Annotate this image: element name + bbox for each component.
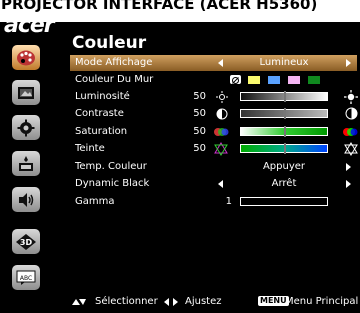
picture-icon[interactable] — [12, 80, 40, 105]
menu-row-gamma[interactable]: Gamma 1 — [70, 194, 357, 210]
menu-row-number: 1 — [225, 196, 232, 207]
menu-row-label: Teinte — [75, 143, 105, 154]
footer-bar: Sélectionner Ajustez MENU Menu Principal — [0, 290, 360, 313]
tint-left-icon — [214, 142, 228, 156]
menu-row-label: Gamma — [75, 196, 115, 207]
arrow-left-icon[interactable] — [218, 59, 223, 67]
menu-row-label: Mode Affichage — [75, 57, 153, 68]
menu-row-label: Saturation — [75, 126, 128, 137]
menu-row-contraste[interactable]: Contraste 50 — [70, 106, 358, 122]
contrast-high-icon — [345, 107, 358, 120]
footer-adjust-label: Ajustez — [185, 296, 222, 307]
tint-right-icon — [344, 142, 358, 156]
menu-row-dynamic-black[interactable]: Dynamic Black Arrêt — [70, 176, 357, 192]
menu-row-temp-couleur[interactable]: Temp. Couleur Appuyer — [70, 159, 357, 175]
menu-row-value: Arrêt — [271, 178, 297, 189]
saturation-slider[interactable] — [240, 126, 328, 137]
menu-row-value: Lumineux — [259, 57, 309, 68]
arrow-right-icon[interactable] — [346, 59, 351, 67]
arrow-right-icon[interactable] — [346, 180, 351, 188]
svg-text:ABC: ABC — [20, 275, 32, 282]
luminosite-slider[interactable] — [240, 91, 328, 102]
3d-icon[interactable]: 3D — [12, 229, 40, 254]
teinte-slider[interactable] — [240, 143, 328, 154]
menu-row-label: Couleur Du Mur — [75, 74, 154, 85]
contraste-slider[interactable] — [240, 108, 328, 119]
menu-row-teinte[interactable]: Teinte 50 — [70, 141, 358, 157]
caption-text: PROJECTOR INTERFACE (ACER H5360) — [0, 0, 360, 22]
menu-row-number: 50 — [193, 91, 206, 102]
menu-row-label: Luminosité — [75, 91, 130, 102]
saturation-high-icon — [343, 128, 358, 136]
swatch-blue[interactable] — [268, 76, 280, 84]
gear-icon[interactable] — [12, 115, 40, 140]
sun-dim-icon — [216, 91, 228, 103]
swatch-green[interactable] — [308, 76, 320, 84]
menu-row-mode-affichage[interactable]: Mode Affichage Lumineux — [70, 55, 357, 71]
menu-row-number: 50 — [193, 143, 206, 154]
left-right-arrows-icon — [164, 298, 178, 306]
palette-icon[interactable] — [12, 45, 40, 70]
menu-row-couleur-du-mur[interactable]: Couleur Du Mur — [70, 72, 357, 88]
abc-icon[interactable]: ABC — [12, 265, 40, 290]
footer-menu-label: Menu Principal — [285, 296, 359, 307]
menu-row-saturation[interactable]: Saturation 50 — [70, 124, 358, 140]
sun-bright-icon — [344, 90, 358, 104]
menu-row-label: Dynamic Black — [75, 178, 150, 189]
up-down-arrows-icon — [72, 299, 86, 305]
page-title: Couleur — [72, 33, 147, 53]
menu-row-value: Appuyer — [262, 161, 306, 172]
arrow-right-icon[interactable] — [346, 163, 351, 171]
gamma-slider[interactable] — [240, 197, 328, 206]
no-color-icon[interactable] — [230, 75, 241, 84]
acer-logo: acer — [4, 13, 55, 38]
swatch-yellow[interactable] — [248, 76, 260, 84]
saturation-low-icon — [214, 128, 229, 136]
timer-icon[interactable] — [12, 151, 40, 176]
menu-row-label: Temp. Couleur — [75, 161, 147, 172]
contrast-low-icon — [216, 108, 228, 120]
arrow-left-icon[interactable] — [218, 180, 223, 188]
svg-text:3D: 3D — [20, 238, 33, 247]
footer-select-label: Sélectionner — [95, 296, 158, 307]
menu-row-luminosite[interactable]: Luminosité 50 — [70, 89, 358, 105]
menu-row-number: 50 — [193, 126, 206, 137]
menu-row-label: Contraste — [75, 108, 124, 119]
speaker-icon[interactable] — [12, 187, 40, 212]
menu-row-number: 50 — [193, 108, 206, 119]
swatch-pink[interactable] — [288, 76, 300, 84]
